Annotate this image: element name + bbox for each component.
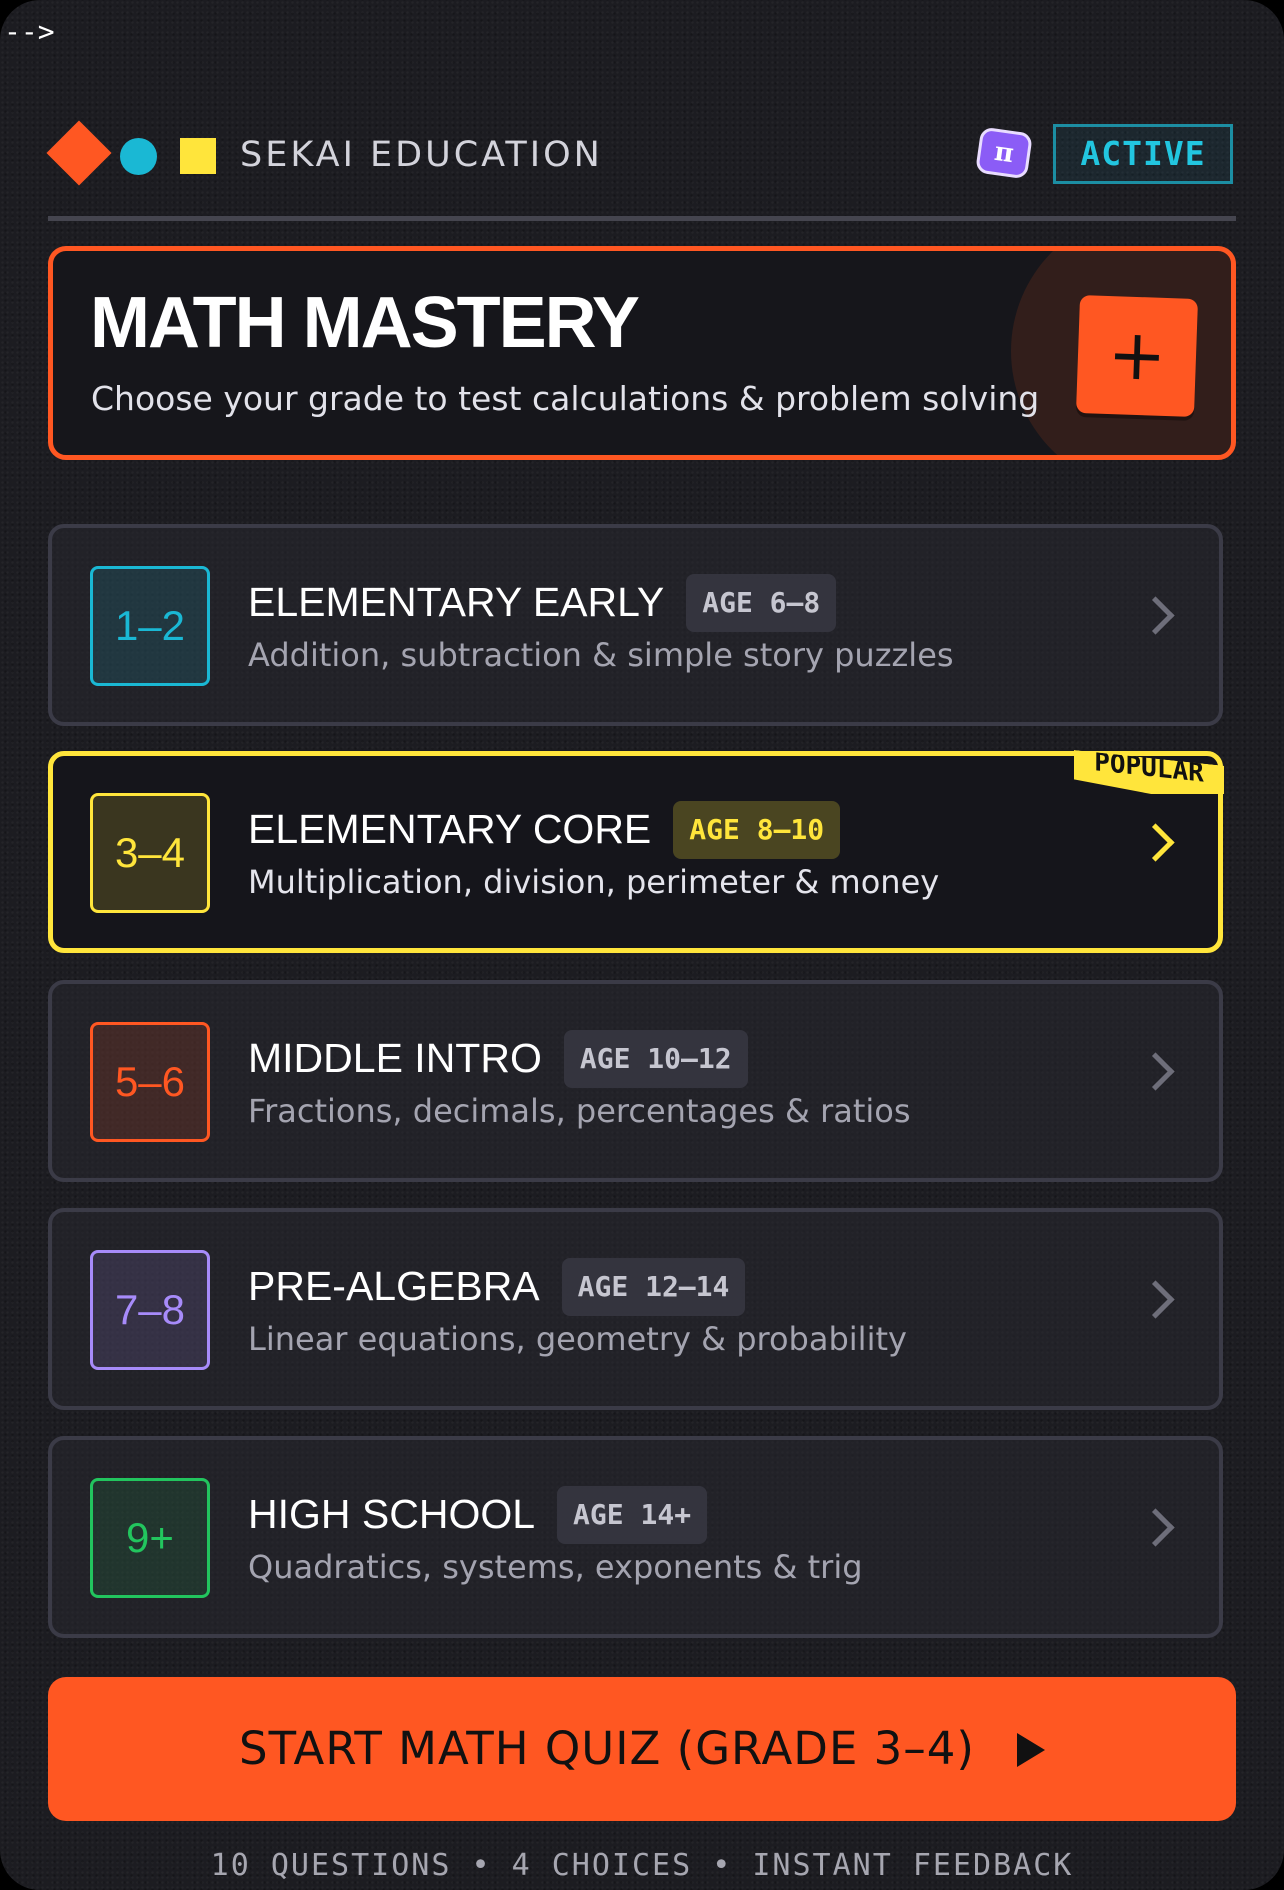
- grade-title: HIGH SCHOOL AGE 14+: [248, 1486, 708, 1544]
- start-quiz-label: START MATH QUIZ (GRADE 3–4): [239, 1722, 975, 1775]
- grade-number-badge: 5–6: [90, 1022, 210, 1142]
- status-badge: ACTIVE: [1053, 124, 1233, 184]
- chevron-right-icon: [1136, 1052, 1175, 1091]
- grade-number-badge: 9+: [90, 1478, 210, 1598]
- header-divider: [48, 216, 1236, 221]
- grade-card-1-2[interactable]: 1–2 ELEMENTARY EARLY AGE 6–8 Addition, su…: [48, 524, 1223, 726]
- grade-card-7-8[interactable]: 7–8 PRE-ALGEBRA AGE 12–14 Linear equation…: [48, 1208, 1223, 1410]
- popular-ribbon-label: POPULAR: [1074, 750, 1224, 794]
- grade-description: Addition, subtraction & simple story puz…: [248, 636, 954, 674]
- age-badge: AGE 14+: [557, 1486, 708, 1544]
- diamond-logo-shape: [46, 120, 112, 186]
- grade-number-badge: 7–8: [90, 1250, 210, 1370]
- grade-number-badge: 1–2: [90, 566, 210, 686]
- age-badge: AGE 10–12: [563, 1030, 748, 1088]
- plus-icon: +: [1075, 294, 1199, 418]
- grade-card-3-4[interactable]: 3–4 ELEMENTARY CORE AGE 8–10 Multiplicati…: [48, 751, 1223, 953]
- start-quiz-button[interactable]: START MATH QUIZ (GRADE 3–4): [48, 1677, 1236, 1821]
- grade-title: ELEMENTARY CORE AGE 8–10: [248, 801, 841, 859]
- grade-title: MIDDLE INTRO AGE 10–12: [248, 1030, 748, 1088]
- grade-description: Multiplication, division, perimeter & mo…: [248, 863, 940, 901]
- grade-title-text: PRE-ALGEBRA: [248, 1263, 540, 1309]
- grade-title: ELEMENTARY EARLY AGE 6–8: [248, 574, 837, 632]
- grade-description: Fractions, decimals, percentages & ratio…: [248, 1092, 911, 1130]
- hero-banner: MATH MASTERY Choose your grade to test c…: [48, 246, 1236, 460]
- age-badge: AGE 8–10: [673, 801, 841, 859]
- grade-title-text: ELEMENTARY EARLY: [248, 579, 665, 625]
- chevron-right-icon: [1136, 1280, 1175, 1319]
- page-subtitle: Choose your grade to test calculations &…: [91, 379, 1040, 418]
- brand-name: SEKAI EDUCATION: [240, 135, 603, 175]
- chevron-right-icon: [1136, 596, 1175, 635]
- play-icon: [1017, 1733, 1045, 1767]
- corner-code-text: -->: [4, 15, 55, 48]
- grade-card-9-plus[interactable]: 9+ HIGH SCHOOL AGE 14+ Quadratics, system…: [48, 1436, 1223, 1638]
- app-screen: --> SEKAI EDUCATION π ACTIVE MATH MASTER…: [0, 0, 1284, 1890]
- grade-card-5-6[interactable]: 5–6 MIDDLE INTRO AGE 10–12 Fractions, dec…: [48, 980, 1223, 1182]
- grade-title-text: HIGH SCHOOL: [248, 1491, 536, 1537]
- popular-ribbon: POPULAR: [1074, 750, 1224, 794]
- grade-number-badge: 3–4: [90, 793, 210, 913]
- pi-icon: π: [975, 126, 1033, 180]
- page-title: MATH MASTERY: [90, 283, 640, 363]
- grade-title: PRE-ALGEBRA AGE 12–14: [248, 1258, 746, 1316]
- age-badge: AGE 12–14: [561, 1258, 746, 1316]
- quiz-info-footer: 10 QUESTIONS • 4 CHOICES • INSTANT FEEDB…: [210, 1848, 1074, 1883]
- grade-description: Linear equations, geometry & probability: [248, 1320, 907, 1358]
- square-logo-shape: [180, 138, 216, 174]
- header: SEKAI EDUCATION π ACTIVE: [46, 118, 1236, 192]
- chevron-right-icon: [1136, 1508, 1175, 1547]
- grade-title-text: ELEMENTARY CORE: [248, 806, 652, 852]
- grade-description: Quadratics, systems, exponents & trig: [248, 1548, 863, 1586]
- chevron-right-icon: [1136, 823, 1175, 862]
- grade-title-text: MIDDLE INTRO: [248, 1035, 542, 1081]
- circle-logo-shape: [120, 138, 157, 175]
- age-badge: AGE 6–8: [686, 574, 837, 632]
